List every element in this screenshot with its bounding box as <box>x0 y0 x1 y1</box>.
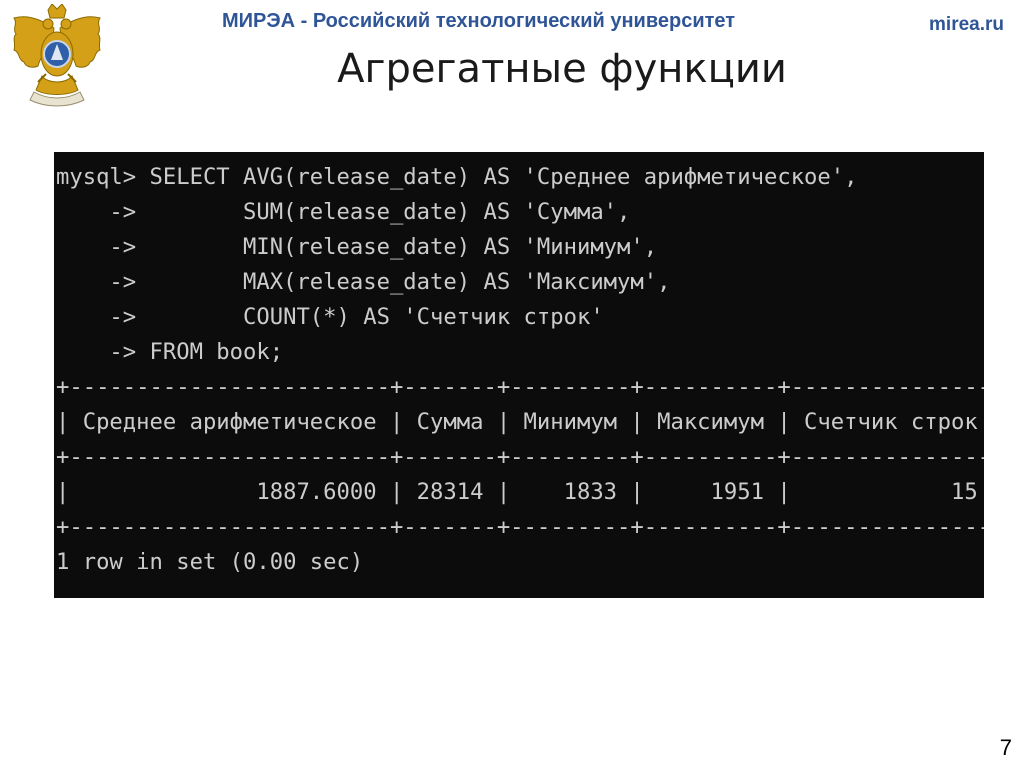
result-summary: 1 row in set (0.00 sec) <box>56 549 364 575</box>
terminal-line-query-2: -> SUM(release_date) AS 'Сумма', <box>56 199 631 225</box>
result-table-border-top: +------------------------+-------+------… <box>56 374 984 400</box>
terminal-line-query-5: -> COUNT(*) AS 'Счетчик строк' <box>56 304 604 330</box>
terminal-line-query-3: -> MIN(release_date) AS 'Минимум', <box>56 234 658 260</box>
terminal-window: mysql> SELECT AVG(release_date) AS 'Сред… <box>54 152 984 598</box>
result-table-header: | Среднее арифметическое | Сумма | Миним… <box>56 409 984 435</box>
terminal-line-query-4: -> MAX(release_date) AS 'Максимум', <box>56 269 671 295</box>
slide-title: Агрегатные функции <box>337 46 787 92</box>
site-link[interactable]: mirea.ru <box>929 14 1004 36</box>
university-name: МИРЭА - Российский технологический униве… <box>222 10 736 32</box>
result-table-row: | 1887.6000 | 28314 | 1833 | 1951 | 15 | <box>56 479 984 505</box>
result-table-border-mid: +------------------------+-------+------… <box>56 444 984 470</box>
terminal-line-query-6: -> FROM book; <box>56 339 284 365</box>
result-table-border-bottom: +------------------------+-------+------… <box>56 514 984 540</box>
terminal-line-query-1: mysql> SELECT AVG(release_date) AS 'Сред… <box>56 164 858 190</box>
page-number: 7 <box>999 735 1012 760</box>
